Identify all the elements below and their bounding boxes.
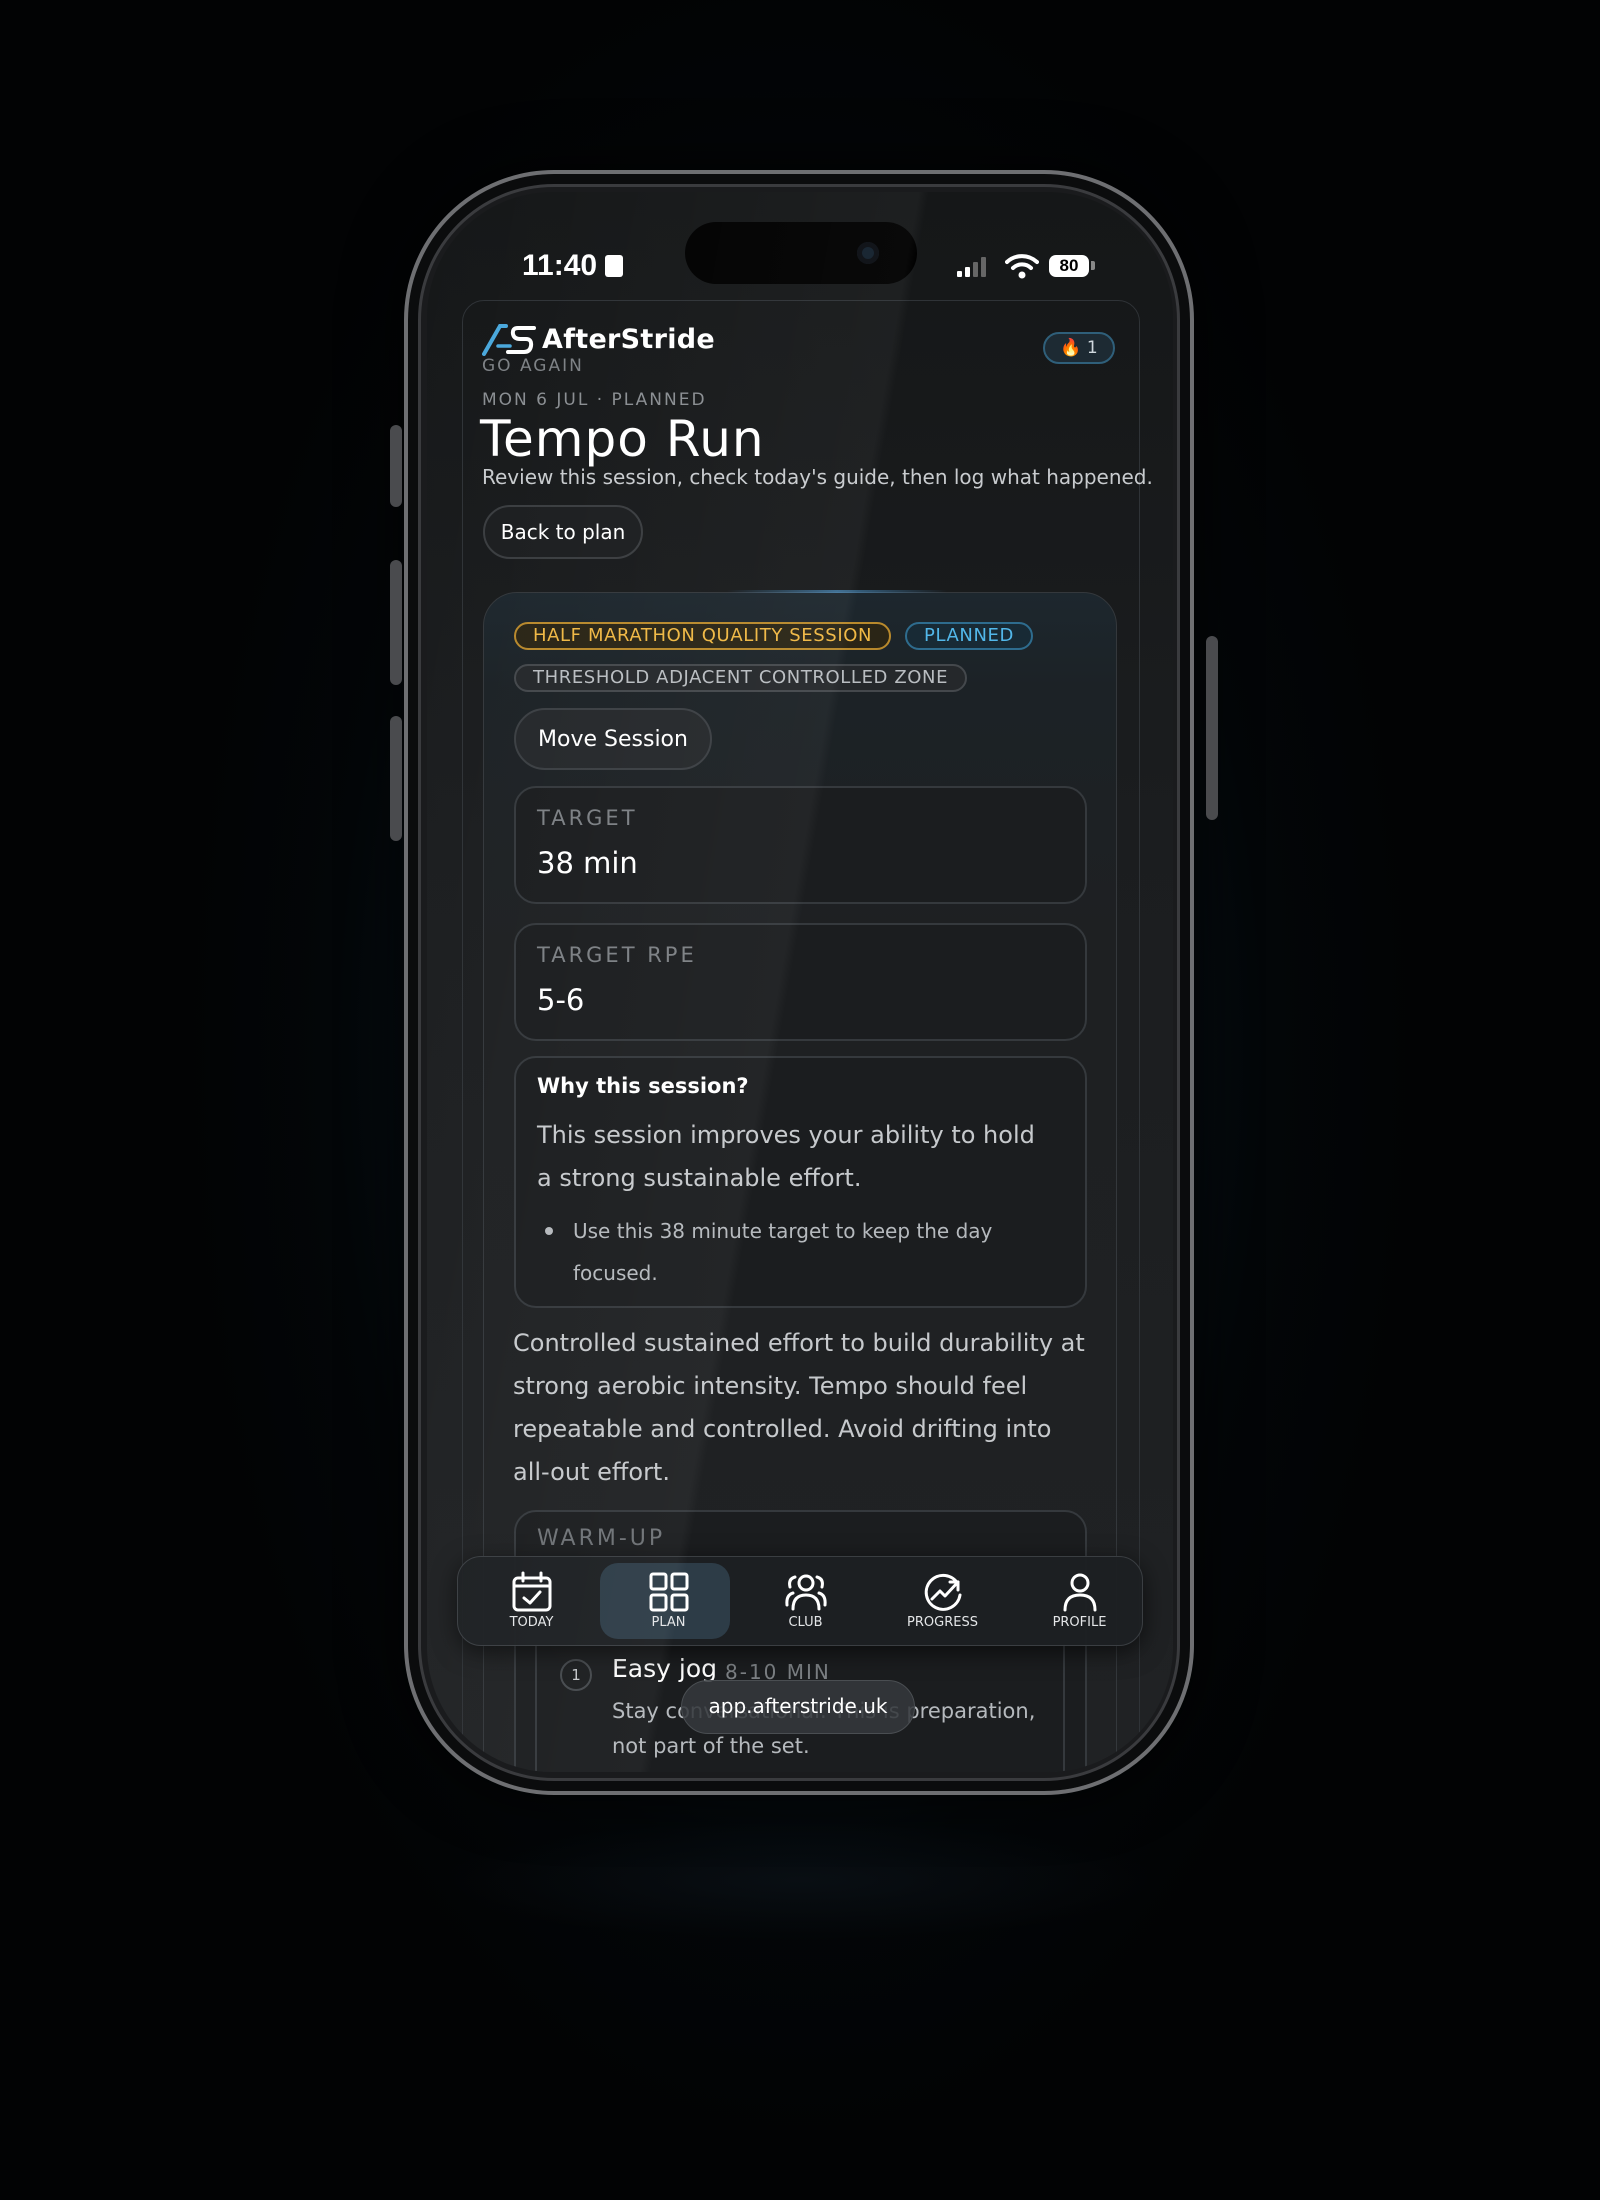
flame-icon: 🔥: [1060, 338, 1082, 358]
status-time: 11:40: [522, 249, 598, 282]
warmup-label: WARM-UP: [537, 1526, 666, 1551]
session-type-chip: HALF MARATHON QUALITY SESSION: [514, 622, 892, 650]
step-title: Easy jog: [612, 1654, 717, 1683]
session-description: Controlled sustained effort to build dur…: [513, 1329, 1085, 1486]
nav-label-plan: PLAN: [651, 1615, 686, 1630]
dynamic-island: [685, 222, 917, 284]
group-icon: [784, 1574, 827, 1611]
why-title: Why this session?: [537, 1074, 749, 1098]
target-rpe-value: 5-6: [537, 983, 585, 1017]
target-card: TARGET 38 min: [514, 786, 1087, 904]
calendar-check-icon: [512, 1571, 551, 1612]
why-body: This session improves your ability to ho…: [537, 1121, 1035, 1192]
page-subtitle: Review this session, check today's guide…: [482, 465, 1153, 489]
page-title: Tempo Run: [480, 410, 765, 468]
streak-count: 1: [1086, 338, 1098, 358]
contact-card-icon: [605, 255, 623, 277]
nav-item-today[interactable]: TODAY: [463, 1557, 600, 1647]
device-shadow: [440, 1820, 1160, 1940]
streak-badge[interactable]: 🔥 1: [1043, 332, 1115, 364]
volume-down-button: [390, 716, 402, 841]
afterstride-logo-icon: [482, 324, 536, 356]
user-icon: [1063, 1573, 1096, 1612]
power-button: [1206, 636, 1218, 820]
nav-label-profile: PROFILE: [1052, 1615, 1107, 1630]
trend-up-icon: [924, 1573, 961, 1611]
zone-chip: THRESHOLD ADJACENT CONTROLLED ZONE: [514, 664, 968, 692]
nav-item-club[interactable]: CLUB: [737, 1557, 874, 1647]
status-badge: PLANNED: [905, 622, 1033, 650]
why-session-card: Why this session? This session improves …: [514, 1056, 1087, 1308]
session-date: MON 6 JUL · PLANNED: [482, 390, 707, 410]
phone-screen: 11:40 80 AfterStride GO AGAIN 🔥 1 MON 6 …: [427, 192, 1173, 1772]
brand-name: AfterStride: [542, 323, 716, 355]
wifi-icon: [1005, 254, 1039, 279]
target-value: 38 min: [537, 846, 638, 880]
battery-indicator: 80: [1049, 255, 1089, 277]
nav-label-today: TODAY: [509, 1615, 554, 1630]
bullet-dot: [545, 1227, 553, 1235]
battery-tip: [1091, 261, 1095, 270]
move-session-button[interactable]: Move Session: [514, 708, 712, 770]
signal-icon: [957, 257, 989, 277]
nav-label-club: CLUB: [788, 1615, 823, 1630]
back-to-plan-button[interactable]: Back to plan: [483, 505, 643, 559]
nav-item-progress[interactable]: PROGRESS: [874, 1557, 1011, 1647]
brand-tagline: GO AGAIN: [482, 356, 584, 376]
volume-up-button: [390, 560, 402, 685]
step-number: 1: [560, 1659, 592, 1691]
brand-logo[interactable]: AfterStride: [482, 322, 715, 356]
bottom-nav: TODAY PLAN CLUB PROGRESS PROFILE: [457, 1556, 1143, 1646]
target-label: TARGET: [537, 806, 638, 830]
nav-item-plan[interactable]: PLAN: [600, 1557, 737, 1647]
browser-url-bar[interactable]: app.afterstride.uk: [681, 1680, 915, 1734]
nav-label-progress: PROGRESS: [907, 1615, 978, 1630]
camera-icon: [857, 242, 879, 264]
action-button: [390, 425, 402, 507]
target-rpe-label: TARGET RPE: [537, 943, 697, 967]
why-bullet: Use this 38 minute target to keep the da…: [573, 1219, 993, 1285]
card-highlight: [727, 590, 947, 593]
target-rpe-card: TARGET RPE 5-6: [514, 923, 1087, 1041]
grid-icon: [649, 1572, 688, 1612]
nav-item-profile[interactable]: PROFILE: [1011, 1557, 1148, 1647]
